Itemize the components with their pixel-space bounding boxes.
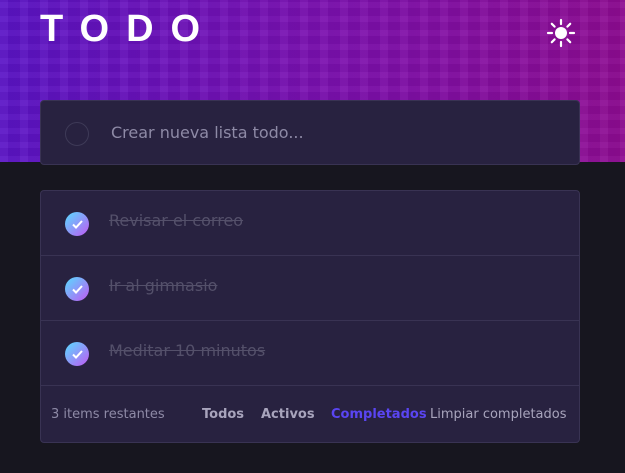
filter-active-button[interactable]: Activos: [261, 407, 315, 422]
filter-all-button[interactable]: Todos: [202, 407, 244, 422]
items-left-count: 3 items restantes: [51, 407, 165, 422]
sun-icon: [546, 18, 576, 48]
new-todo-circle: [65, 122, 89, 146]
todo-item[interactable]: Meditar 10 minutos: [41, 321, 579, 386]
checkbox-checked[interactable]: [65, 212, 89, 236]
clear-completed-button[interactable]: Limpiar completados: [430, 407, 567, 422]
check-icon: [71, 219, 83, 229]
todo-item[interactable]: Ir al gimnasio: [41, 256, 579, 321]
todo-text: Meditar 10 minutos: [109, 341, 266, 360]
checkbox-checked[interactable]: [65, 342, 89, 366]
app-title: TODO: [40, 8, 218, 50]
todo-text: Ir al gimnasio: [109, 276, 218, 295]
check-icon: [71, 349, 83, 359]
todo-text: Revisar el correo: [109, 211, 244, 230]
checkbox-checked[interactable]: [65, 277, 89, 301]
todo-item[interactable]: Revisar el correo: [41, 191, 579, 256]
new-todo-panel: [40, 100, 580, 165]
theme-toggle-button[interactable]: [545, 17, 577, 49]
new-todo-input[interactable]: [111, 101, 551, 164]
todo-list: Revisar el correo Ir al gimnasio Meditar…: [40, 190, 580, 443]
check-icon: [71, 284, 83, 294]
filter-completed-button[interactable]: Completados: [331, 407, 427, 422]
todo-footer: 3 items restantes Todos Activos Completa…: [41, 386, 579, 442]
